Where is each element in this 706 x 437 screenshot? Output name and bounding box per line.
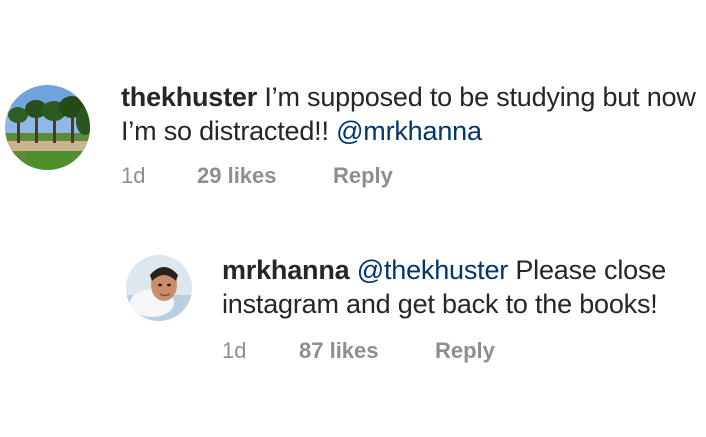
reply-button[interactable]: Reply — [333, 163, 393, 189]
reply-button[interactable]: Reply — [435, 338, 495, 364]
person-portrait-avatar — [126, 255, 192, 321]
username[interactable]: thekhuster — [121, 82, 257, 112]
likes-count[interactable]: 87 likes — [299, 338, 435, 364]
mention-link[interactable]: @thekhuster — [357, 255, 508, 285]
username[interactable]: mrkhanna — [222, 255, 350, 285]
comment-text: mrkhanna @thekhuster Please close instag… — [222, 253, 706, 321]
mention-link[interactable]: @mrkhanna — [336, 116, 482, 146]
timestamp: 1d — [121, 163, 146, 188]
avatar[interactable] — [5, 85, 90, 170]
avatar[interactable] — [126, 255, 192, 321]
comment-meta: 1d 29 likes Reply — [121, 163, 393, 189]
comment-text: thekhuster I’m supposed to be studying b… — [121, 80, 701, 148]
timestamp: 1d — [222, 338, 247, 363]
campus-palm-trees-avatar — [5, 85, 90, 170]
likes-count[interactable]: 29 likes — [197, 163, 333, 189]
comment-meta: 1d 87 likes Reply — [222, 338, 495, 364]
